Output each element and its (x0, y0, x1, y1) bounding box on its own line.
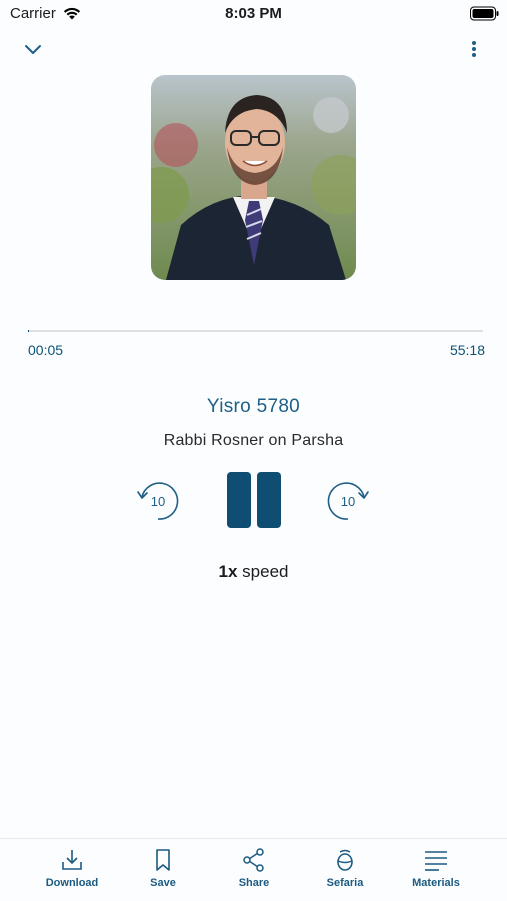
collapse-player-button[interactable] (20, 38, 46, 62)
playback-progress-slider[interactable] (28, 330, 483, 332)
more-options-button[interactable] (463, 38, 485, 62)
download-button[interactable]: Download (27, 847, 117, 895)
track-title: Yisro 5780 (206, 396, 301, 417)
action-tab-bar: Download Save Share Sefaria Materials (0, 838, 507, 901)
forward-icon: 10 (327, 482, 369, 520)
save-button[interactable]: Save (118, 847, 208, 895)
bookmark-icon (156, 849, 170, 871)
materials-label: Materials (412, 877, 460, 889)
status-time: 8:03 PM (225, 5, 282, 22)
share-icon (243, 848, 264, 872)
download-icon (62, 850, 82, 870)
playback-speed-button[interactable]: 1x speed (0, 562, 507, 582)
sefaria-label: Sefaria (326, 877, 364, 889)
track-series: Rabbi Rosner on Parsha (163, 432, 344, 449)
more-vertical-icon (472, 41, 476, 57)
materials-icon (425, 851, 447, 871)
pause-button[interactable] (225, 472, 283, 530)
share-button[interactable]: Share (209, 847, 299, 895)
materials-button[interactable]: Materials (391, 847, 481, 895)
status-bar: Carrier 8:03 PM (0, 0, 507, 28)
progress-fill (28, 330, 29, 332)
sefaria-button[interactable]: Sefaria (300, 847, 390, 895)
speaker-photo (151, 75, 356, 280)
share-label: Share (238, 877, 270, 889)
pause-icon-bar-left (227, 472, 251, 528)
speed-value: 1x (218, 562, 238, 581)
pause-icon-bar-right (257, 472, 281, 528)
current-time: 00:05 (28, 342, 64, 358)
download-label: Download (45, 877, 99, 889)
rewind-10-button[interactable]: 10 (134, 477, 182, 525)
rewind-icon: 10 (137, 482, 179, 520)
battery-icon (470, 6, 499, 21)
speed-label: speed (242, 562, 289, 581)
rewind-seconds-label: 10 (151, 494, 165, 509)
chevron-down-icon (25, 45, 41, 54)
save-label: Save (150, 877, 176, 889)
forward-10-button[interactable]: 10 (324, 477, 372, 525)
sefaria-icon (337, 849, 353, 871)
forward-seconds-label: 10 (341, 494, 355, 509)
total-duration: 55:18 (449, 342, 485, 358)
